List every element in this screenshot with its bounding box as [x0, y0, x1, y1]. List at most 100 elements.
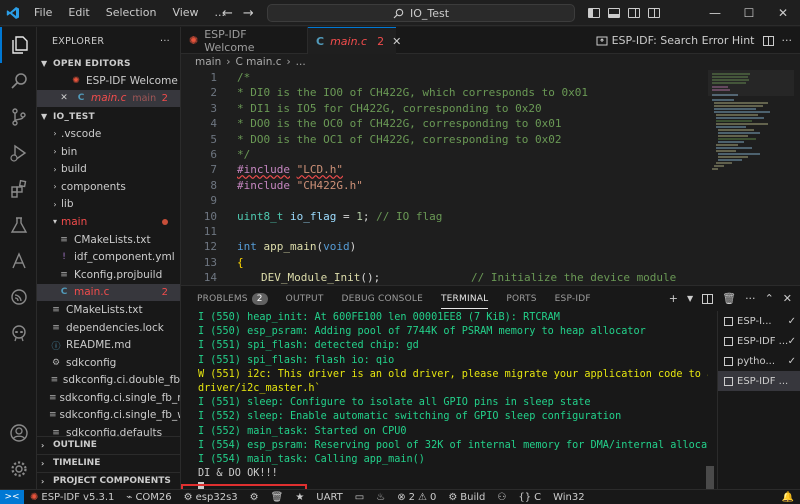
notifications-item[interactable]: 🔔	[776, 492, 800, 503]
alien-extension-icon[interactable]	[0, 315, 37, 351]
tab-main-c[interactable]: C main.c 2 ✕	[308, 27, 401, 54]
tree-folder[interactable]: › build	[37, 160, 180, 178]
run-debug-icon[interactable]	[0, 135, 37, 171]
tree-folder[interactable]: › .vscode	[37, 125, 180, 143]
timeline-section[interactable]: › TIMELINE	[37, 454, 180, 471]
espidf-explorer-icon[interactable]	[0, 243, 37, 279]
project-section[interactable]: ▼ IO_TEST	[37, 108, 180, 125]
tree-file[interactable]: ≡ dependencies.lock	[37, 319, 180, 337]
command-center[interactable]: IO_Test	[267, 4, 575, 22]
breadcrumb-symbol[interactable]: ...	[296, 56, 306, 68]
terminal-instance[interactable]: ESP-IDF ... ✓	[718, 331, 800, 351]
tree-file[interactable]: ≡ CMakeLists.txt	[37, 301, 180, 319]
chevron-down-icon[interactable]: ▼	[687, 294, 693, 303]
close-panel-icon[interactable]: ✕	[783, 292, 792, 305]
tab-problems[interactable]: PROBLEMS 2	[197, 286, 268, 311]
tree-file[interactable]: ⚙ sdkconfig	[37, 354, 180, 372]
tab-espidf[interactable]: ESP-IDF	[555, 286, 591, 311]
tree-file[interactable]: ! idf_component.yml	[37, 248, 180, 266]
tab-debug-console[interactable]: DEBUG CONSOLE	[342, 286, 423, 311]
outline-section[interactable]: › OUTLINE	[37, 436, 180, 453]
c-file-icon: C	[60, 287, 68, 298]
breadcrumb-folder[interactable]: main	[195, 56, 221, 68]
tree-file[interactable]: ≡ CMakeLists.txt	[37, 231, 180, 249]
tree-file-selected[interactable]: Cmain.c 2	[37, 283, 180, 302]
tab-ports[interactable]: PORTS	[506, 286, 536, 311]
remote-indicator[interactable]: ><	[0, 489, 24, 504]
terminal-instance[interactable]: ESP-I... ✓	[718, 311, 800, 331]
tree-file[interactable]: ≡sdkconfig.ci.single_fb_w...	[37, 407, 180, 425]
menuconfig-item[interactable]: ♨	[370, 492, 391, 503]
menu-file[interactable]: File	[26, 0, 60, 26]
build-item[interactable]: ⚙ Build	[442, 492, 491, 503]
open-editor-item-active[interactable]: ✕ C main.c main 2	[37, 89, 180, 108]
tab-espidf-welcome[interactable]: ✺ ESP-IDF Welcome	[181, 27, 308, 54]
terminal-instance-active[interactable]: ESP-IDF ...	[718, 371, 800, 391]
more-actions-icon[interactable]: ···	[160, 36, 170, 47]
extensions-icon[interactable]	[0, 171, 37, 207]
terminal-scrollbar[interactable]	[706, 466, 714, 490]
settings-item[interactable]: ⚙	[244, 492, 265, 503]
terminal-output[interactable]: I (550) heap_init: At 600FE100 len 00001…	[181, 311, 708, 490]
more-actions-icon[interactable]: ···	[745, 292, 756, 305]
close-icon[interactable]: ✕	[392, 35, 401, 48]
search-error-hint-button[interactable]: ESP-IDF: Search Error Hint	[596, 34, 755, 47]
flash-item[interactable]: ★	[289, 492, 310, 503]
target-item[interactable]: ⚙ esp32s3	[178, 492, 244, 503]
espidf-version-item[interactable]: ✺ ESP-IDF v5.3.1	[24, 492, 120, 503]
clean-item[interactable]: 🗑	[265, 492, 290, 503]
tree-folder-open[interactable]: ▾ main	[37, 213, 180, 231]
tree-folder[interactable]: › bin	[37, 143, 180, 161]
toggle-sidebar-icon[interactable]	[588, 8, 600, 18]
explorer-icon[interactable]	[0, 27, 37, 63]
open-editors-section[interactable]: ▼ OPEN EDITORS	[37, 55, 180, 72]
open-editor-item[interactable]: ✺ ESP-IDF Welcome	[37, 72, 180, 90]
tab-output[interactable]: OUTPUT	[286, 286, 324, 311]
breadcrumb-file[interactable]: C main.c	[235, 56, 281, 68]
tab-terminal[interactable]: TERMINAL	[440, 286, 489, 311]
maximize-icon[interactable]: ☐	[732, 0, 766, 26]
more-actions-icon[interactable]: ···	[782, 34, 793, 47]
menu-selection[interactable]: Selection	[98, 0, 165, 26]
maximize-panel-icon[interactable]: ⌃	[765, 292, 774, 305]
source-control-icon[interactable]	[0, 99, 37, 135]
monitor-item[interactable]: ▭	[349, 492, 370, 503]
port-item[interactable]: ⌁ COM26	[120, 492, 177, 503]
tree-file[interactable]: ≡ sdkconfig.ci.double_fb	[37, 372, 180, 390]
code-editor[interactable]: 1 /* 2 * DI0 is the IO0 of CH422G, which c…	[181, 70, 708, 285]
minimize-icon[interactable]: —	[698, 0, 732, 26]
new-terminal-icon[interactable]: +	[669, 292, 678, 305]
uart-item[interactable]: UART	[310, 492, 349, 503]
split-editor-icon[interactable]	[762, 35, 774, 46]
toggle-panel-icon[interactable]	[608, 8, 620, 18]
tree-file[interactable]: ≡ Kconfig.projbuild	[37, 266, 180, 284]
project-components-section[interactable]: › PROJECT COMPONENTS	[37, 472, 180, 489]
terminal-name: ESP-I...	[737, 315, 772, 327]
problems-item[interactable]: ⊗ 2 ⚠ 0	[391, 492, 442, 503]
forward-arrow-icon[interactable]: →	[243, 6, 254, 21]
menu-view[interactable]: View	[164, 0, 206, 26]
espressif-icon[interactable]	[0, 279, 37, 315]
platform-item[interactable]: Win32	[547, 492, 591, 503]
tree-file[interactable]: ⓘ README.md	[37, 336, 180, 354]
testing-flask-icon[interactable]	[0, 207, 37, 243]
minimap[interactable]	[708, 70, 794, 285]
tree-file[interactable]: ≡ sdkconfig.ci.single_fb_n...	[37, 389, 180, 407]
accounts-icon[interactable]	[0, 415, 37, 451]
close-icon[interactable]: ✕	[57, 93, 71, 103]
close-window-icon[interactable]: ✕	[766, 0, 800, 26]
tree-folder[interactable]: › components	[37, 178, 180, 196]
back-arrow-icon[interactable]: ←	[222, 6, 233, 21]
manage-gear-icon[interactable]	[0, 451, 37, 487]
terminal-instance[interactable]: pytho... ✓	[718, 351, 800, 371]
menu-edit[interactable]: Edit	[60, 0, 97, 26]
trash-icon[interactable]: 🗑	[722, 292, 736, 305]
tree-folder[interactable]: › lib	[37, 196, 180, 214]
language-item[interactable]: {} C	[512, 492, 547, 503]
customize-layout-icon[interactable]	[648, 8, 660, 18]
debug-item[interactable]: ⚇	[491, 492, 512, 503]
toggle-secondary-sidebar-icon[interactable]	[628, 8, 640, 18]
search-view-icon[interactable]	[0, 63, 37, 99]
editor-scrollbar[interactable]	[794, 54, 800, 285]
split-terminal-icon[interactable]	[702, 293, 714, 304]
